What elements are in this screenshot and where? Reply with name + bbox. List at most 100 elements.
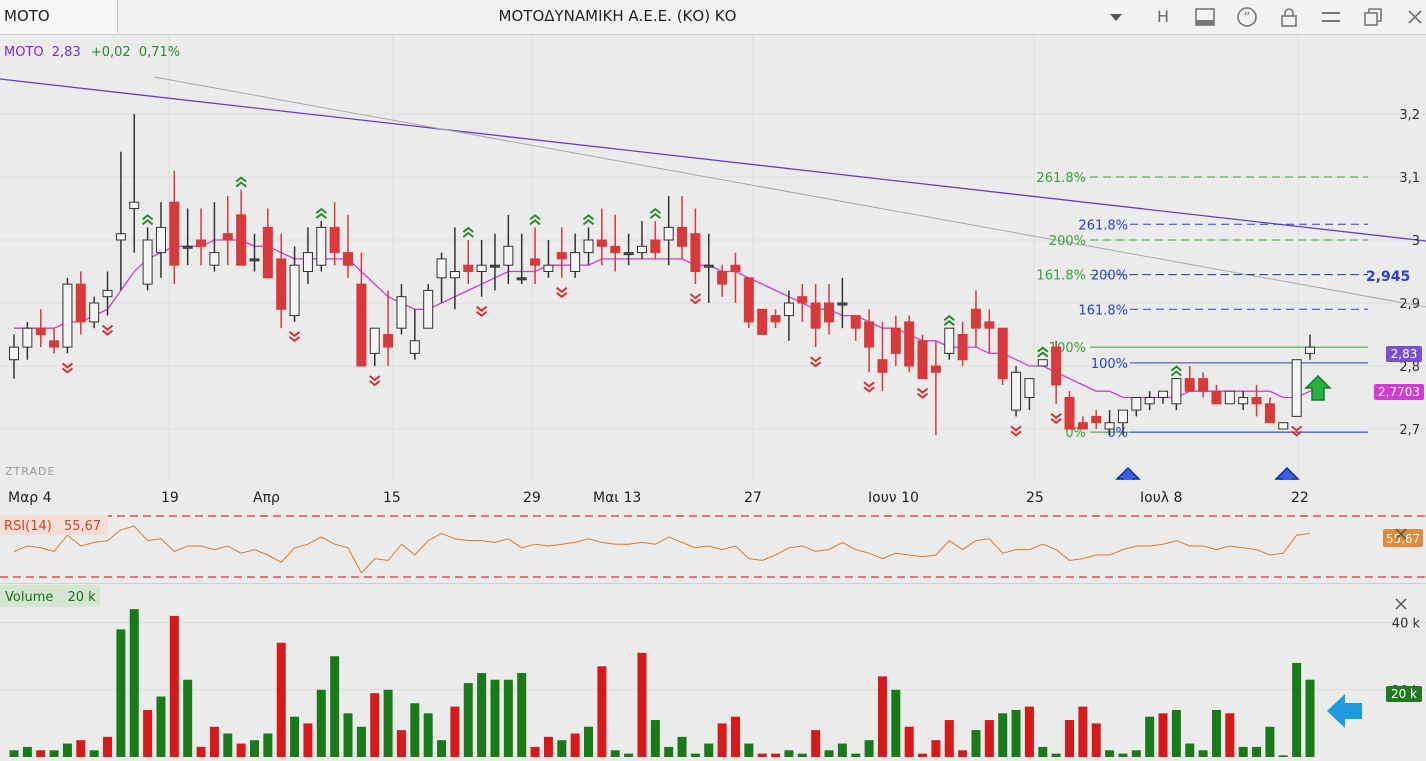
volume-bar — [209, 726, 219, 757]
candle — [1278, 422, 1289, 430]
lock-button[interactable] — [1268, 0, 1310, 33]
company-title: ΜΟΤΟΔΥΝΑΜΙΚΗ Α.Ε.Ε. (ΚΟ) ΚΟ — [498, 7, 737, 25]
price-legend: MOTO 2,83 +0,02 0,71% — [4, 45, 180, 60]
volume-bar — [744, 743, 754, 757]
close-button[interactable] — [1394, 0, 1426, 33]
legend-last: 2,83 — [52, 45, 81, 60]
candle — [1291, 359, 1302, 417]
volume-bar — [330, 656, 340, 757]
dropdown-button[interactable] — [1102, 6, 1130, 28]
volume-bar — [477, 673, 487, 757]
time-axis-label: 15 — [383, 490, 401, 506]
price-tick-label: 2,8 — [1399, 360, 1420, 375]
volume-bar — [1078, 706, 1088, 757]
volume-bar — [690, 753, 700, 757]
volume-bar — [183, 679, 193, 757]
time-axis-label: Μαρ 4 — [8, 490, 52, 506]
volume-bar — [1145, 716, 1155, 757]
legend-change: +0,02 — [91, 45, 131, 60]
trading-app-window: MOTO ΜΟΤΟΔΥΝΑΜΙΚΗ Α.Ε.Ε. (ΚΟ) ΚΟ H ” 261… — [0, 0, 1426, 761]
time-axis-label: Ιουλ 8 — [1140, 490, 1182, 506]
svg-text:”: ” — [1244, 11, 1251, 26]
volume-bar — [877, 676, 887, 757]
volume-bar — [1238, 746, 1248, 757]
panel-icon — [1195, 7, 1215, 26]
green-fib-label: 200% — [1049, 234, 1086, 249]
volume-bar — [610, 750, 620, 757]
volume-bar — [1211, 709, 1221, 757]
candle — [1037, 359, 1048, 367]
volume-bar — [543, 736, 553, 757]
restore-button[interactable] — [1352, 0, 1394, 33]
volume-bar — [891, 689, 901, 757]
candle — [423, 284, 434, 329]
volume-bar — [1305, 679, 1315, 757]
volume-bar — [437, 740, 447, 757]
volume-bar — [370, 693, 380, 757]
volume-bar — [1225, 713, 1235, 757]
rsi-legend: RSI(14) 55,67 — [4, 519, 101, 534]
time-axis-label: 29 — [523, 490, 541, 506]
volume-bar — [771, 753, 781, 757]
volume-bar — [837, 743, 847, 757]
volume-bar — [356, 726, 366, 757]
green-fib-label: 261.8% — [1036, 171, 1086, 186]
candle — [1224, 390, 1235, 405]
volume-bar — [290, 716, 300, 757]
ma-badge-text: 2,7703 — [1378, 385, 1420, 399]
volume-bar — [1185, 743, 1195, 757]
menu-button[interactable] — [1310, 0, 1352, 33]
green-fib-label: 161.8% — [1036, 269, 1086, 284]
blue-fib-label: 261.8% — [1078, 218, 1128, 233]
volume-bar — [156, 696, 166, 757]
volume-tick-label: 40 k — [1392, 617, 1421, 632]
volume-bar — [730, 716, 740, 757]
chart-area[interactable]: 261.8%200%161.8%100%0%261.8%200%161.8%10… — [0, 35, 1426, 761]
legend-symbol: MOTO — [4, 45, 44, 60]
volume-bar — [383, 689, 393, 757]
volume-bar — [1171, 709, 1181, 757]
price-tick-label: 3 — [1412, 234, 1420, 249]
time-axis-label: Απρ — [253, 490, 280, 506]
quote-button[interactable]: ” — [1226, 0, 1268, 33]
time-axis-label: 27 — [744, 490, 762, 506]
volume-bar — [1011, 709, 1021, 757]
time-axis — [0, 480, 1426, 510]
symbol-input[interactable]: MOTO — [0, 0, 118, 33]
volume-label: Volume — [5, 590, 53, 605]
blue-fib-label: 200% — [1091, 269, 1128, 284]
candle — [1011, 366, 1022, 417]
volume-bar — [1198, 750, 1208, 757]
volume-bar — [1024, 706, 1034, 757]
price-tick-label: 3,2 — [1399, 108, 1420, 123]
close-icon — [1408, 9, 1422, 24]
window-controls: H ” — [1142, 0, 1426, 33]
volume-bar — [984, 720, 994, 757]
h-button[interactable]: H — [1142, 0, 1184, 33]
time-axis-label: 25 — [1026, 490, 1044, 506]
restore-icon — [1364, 7, 1382, 26]
volume-bar — [557, 740, 567, 757]
rsi-label: RSI(14) — [4, 519, 52, 534]
volume-bar — [824, 750, 834, 757]
volume-bar — [129, 609, 139, 757]
blue-fib-label: 100% — [1091, 357, 1128, 372]
volume-bar — [530, 746, 540, 757]
volume-bar — [343, 713, 353, 757]
volume-bar — [637, 652, 647, 757]
last-price-badge-text: 2,83 — [1391, 347, 1418, 361]
volume-bar — [276, 642, 286, 757]
volume-bar — [1278, 755, 1288, 757]
volume-bar — [998, 713, 1008, 757]
volume-bar — [263, 733, 273, 757]
minimize-panel-button[interactable] — [1184, 0, 1226, 33]
volume-bar — [89, 750, 99, 757]
volume-bar — [784, 750, 794, 757]
volume-bar — [944, 720, 954, 757]
volume-bar — [584, 726, 594, 757]
volume-bar — [624, 753, 634, 757]
price-tick-label: 2,7 — [1399, 423, 1420, 438]
volume-bar — [316, 689, 326, 757]
price-tick-label: 3,1 — [1399, 171, 1420, 186]
volume-bar — [958, 750, 968, 757]
